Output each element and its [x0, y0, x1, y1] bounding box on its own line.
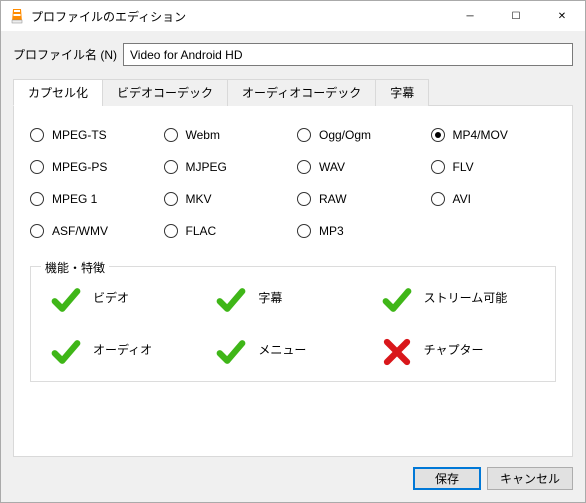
- format-radio[interactable]: FLV: [431, 160, 557, 174]
- tab-row: カプセル化 ビデオコーデック オーディオコーデック 字幕: [13, 79, 573, 106]
- format-label: MJPEG: [186, 160, 227, 174]
- format-radio[interactable]: Ogg/Ogm: [297, 128, 423, 142]
- format-label: RAW: [319, 192, 347, 206]
- feature-item: ストリーム可能: [382, 285, 535, 309]
- format-label: MP4/MOV: [453, 128, 508, 142]
- radio-icon: [297, 160, 311, 174]
- format-radio[interactable]: MP3: [297, 224, 423, 238]
- format-radio[interactable]: MP4/MOV: [431, 128, 557, 142]
- profile-name-row: プロファイル名 (N): [13, 43, 573, 66]
- radio-icon: [431, 160, 445, 174]
- content-area: プロファイル名 (N) カプセル化 ビデオコーデック オーディオコーデック 字幕…: [1, 31, 585, 457]
- format-radio[interactable]: ASF/WMV: [30, 224, 156, 238]
- features-grid: ビデオ 字幕 ストリーム可能オーディオ メニュー チャプター: [51, 285, 535, 361]
- tab-label: ビデオコーデック: [117, 86, 213, 100]
- format-label: FLAC: [186, 224, 217, 238]
- tabs-container: カプセル化 ビデオコーデック オーディオコーデック 字幕 MPEG-TS Webm…: [13, 78, 573, 457]
- check-icon: [216, 337, 246, 361]
- radio-icon: [164, 128, 178, 142]
- format-grid: MPEG-TS Webm Ogg/Ogm MP4/MOV MPEG-PS MJPEG WAV…: [30, 128, 556, 238]
- window-title: プロファイルのエディション: [31, 8, 186, 25]
- close-button[interactable]: ✕: [539, 1, 585, 31]
- format-label: ASF/WMV: [52, 224, 108, 238]
- tab-label: カプセル化: [28, 86, 88, 100]
- format-radio[interactable]: FLAC: [164, 224, 290, 238]
- tab-label: 字幕: [390, 86, 414, 100]
- format-label: MKV: [186, 192, 212, 206]
- tab-label: オーディオコーデック: [242, 86, 361, 100]
- format-radio[interactable]: RAW: [297, 192, 423, 206]
- radio-icon: [30, 160, 44, 174]
- feature-label: 字幕: [258, 289, 282, 306]
- profile-name-input[interactable]: [123, 43, 573, 66]
- format-radio[interactable]: MJPEG: [164, 160, 290, 174]
- radio-icon: [30, 192, 44, 206]
- check-icon: [51, 285, 81, 309]
- save-button[interactable]: 保存: [413, 467, 481, 490]
- feature-item: ビデオ: [51, 285, 204, 309]
- titlebar: プロファイルのエディション ─ ☐ ✕: [1, 1, 585, 31]
- format-radio[interactable]: WAV: [297, 160, 423, 174]
- button-label: キャンセル: [500, 470, 560, 487]
- tab-subtitles[interactable]: 字幕: [375, 79, 429, 106]
- maximize-button[interactable]: ☐: [493, 1, 539, 31]
- tab-panel: MPEG-TS Webm Ogg/Ogm MP4/MOV MPEG-PS MJPEG WAV…: [13, 105, 573, 457]
- radio-icon: [297, 224, 311, 238]
- format-label: MPEG 1: [52, 192, 97, 206]
- radio-icon: [164, 160, 178, 174]
- radio-icon: [164, 192, 178, 206]
- cancel-button[interactable]: キャンセル: [487, 467, 573, 490]
- format-label: MPEG-PS: [52, 160, 107, 174]
- minimize-button[interactable]: ─: [447, 1, 493, 31]
- tab-encapsulation[interactable]: カプセル化: [13, 79, 103, 106]
- tab-audio-codec[interactable]: オーディオコーデック: [227, 79, 376, 106]
- profile-name-label: プロファイル名 (N): [13, 46, 117, 63]
- tab-video-codec[interactable]: ビデオコーデック: [102, 79, 228, 106]
- radio-icon: [297, 128, 311, 142]
- feature-label: ビデオ: [93, 289, 129, 306]
- radio-icon: [164, 224, 178, 238]
- format-label: Ogg/Ogm: [319, 128, 371, 142]
- maximize-icon: ☐: [512, 11, 521, 22]
- format-radio[interactable]: MKV: [164, 192, 290, 206]
- feature-item: メニュー: [216, 337, 369, 361]
- format-radio[interactable]: MPEG 1: [30, 192, 156, 206]
- feature-label: チャプター: [424, 341, 484, 358]
- format-label: AVI: [453, 192, 471, 206]
- format-label: WAV: [319, 160, 345, 174]
- dialog-footer: 保存 キャンセル: [1, 457, 585, 502]
- feature-label: オーディオ: [93, 341, 152, 358]
- features-groupbox: 機能・特徴 ビデオ字幕ストリーム可能オーディオメニューチャプター: [30, 266, 556, 382]
- feature-item: オーディオ: [51, 337, 204, 361]
- feature-item: チャプター: [382, 337, 535, 361]
- features-heading: 機能・特徴: [41, 259, 109, 276]
- feature-label: メニュー: [258, 341, 306, 358]
- cross-icon: [382, 337, 412, 361]
- check-icon: [216, 285, 246, 309]
- check-icon: [382, 285, 412, 309]
- format-label: MPEG-TS: [52, 128, 107, 142]
- app-icon: [9, 8, 25, 24]
- dialog-window: プロファイルのエディション ─ ☐ ✕ プロファイル名 (N) カプセル化 ビデ…: [0, 0, 586, 503]
- format-label: MP3: [319, 224, 344, 238]
- close-icon: ✕: [558, 11, 566, 22]
- format-radio[interactable]: AVI: [431, 192, 557, 206]
- format-label: FLV: [453, 160, 474, 174]
- minimize-icon: ─: [466, 11, 473, 22]
- format-radio[interactable]: Webm: [164, 128, 290, 142]
- format-radio[interactable]: MPEG-TS: [30, 128, 156, 142]
- button-label: 保存: [435, 470, 459, 487]
- radio-icon: [30, 128, 44, 142]
- format-radio[interactable]: MPEG-PS: [30, 160, 156, 174]
- feature-label: ストリーム可能: [424, 289, 508, 306]
- feature-item: 字幕: [216, 285, 369, 309]
- radio-icon: [297, 192, 311, 206]
- format-label: Webm: [186, 128, 220, 142]
- radio-icon: [30, 224, 44, 238]
- radio-icon: [431, 128, 445, 142]
- check-icon: [51, 337, 81, 361]
- radio-icon: [431, 192, 445, 206]
